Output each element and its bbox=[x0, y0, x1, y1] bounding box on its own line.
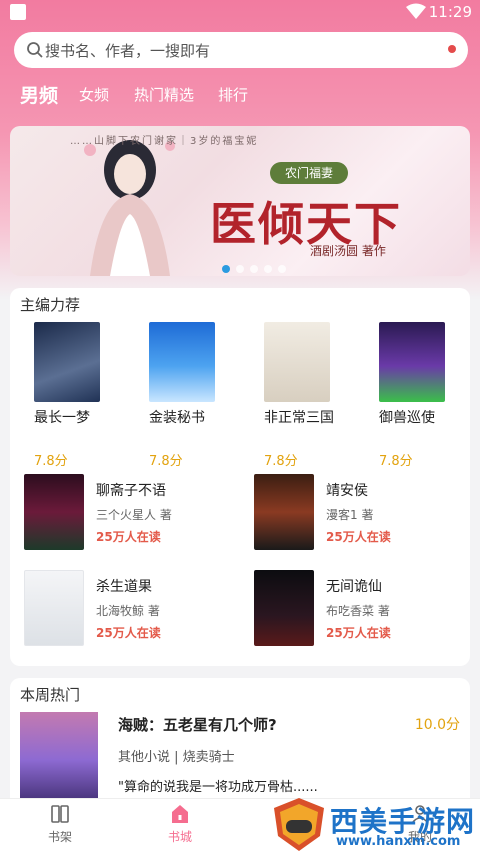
tab-female[interactable]: 女频 bbox=[79, 84, 109, 105]
notification-icon bbox=[10, 4, 26, 20]
book-readers: 25万人在读 bbox=[326, 626, 391, 640]
banner-dot[interactable] bbox=[278, 265, 286, 273]
bookshelf-icon bbox=[51, 805, 69, 823]
book-title: 靖安侯 bbox=[326, 483, 368, 499]
book-title: 聊斋子不语 bbox=[96, 483, 166, 499]
tab-male[interactable]: 男频 bbox=[20, 81, 58, 108]
nav-label: 书架 bbox=[47, 830, 72, 844]
shield-logo-icon bbox=[274, 798, 324, 851]
book-description: "算命的说我是一将功成万骨枯...... bbox=[118, 780, 318, 795]
search-indicator-dot bbox=[448, 45, 456, 53]
book-title: 最长一梦 bbox=[34, 410, 90, 426]
banner-pagination bbox=[222, 258, 292, 276]
tab-ranking[interactable]: 排行 bbox=[218, 84, 248, 105]
banner-dot[interactable] bbox=[250, 265, 258, 273]
banner-dot[interactable] bbox=[236, 265, 244, 273]
category-tabs: 男频 女频 热门精选 排行 bbox=[0, 80, 480, 110]
book-score: 7.8分 bbox=[149, 454, 183, 469]
book-author: 北海牧鲸 著 bbox=[96, 604, 160, 618]
book-title: 杀生道果 bbox=[96, 579, 152, 595]
book-author: 布吃香菜 著 bbox=[326, 604, 390, 618]
book-title: 无间诡仙 bbox=[326, 579, 382, 595]
book-title: 金装秘书 bbox=[149, 410, 205, 426]
editor-picks-section: 主编力荐 最长一梦 7.8分 金装秘书 7.8分 非正常三国 7.8分 御兽巡使… bbox=[10, 288, 470, 666]
banner-slogan: ……山脚下农门谢家｜3岁的福宝妮 bbox=[70, 136, 259, 147]
book-score: 7.8分 bbox=[379, 454, 413, 469]
nav-bookstore[interactable]: 书城 bbox=[140, 803, 220, 845]
book-list-item[interactable]: 聊斋子不语 三个火星人 著 25万人在读 bbox=[24, 474, 244, 554]
book-score: 7.8分 bbox=[264, 454, 298, 469]
banner-dot[interactable] bbox=[222, 265, 230, 273]
book-cover bbox=[254, 474, 314, 550]
book-list-item[interactable]: 无间诡仙 布吃香菜 著 25万人在读 bbox=[254, 570, 474, 650]
book-score: 7.8分 bbox=[34, 454, 68, 469]
book-list-item[interactable]: 杀生道果 北海牧鲸 著 25万人在读 bbox=[24, 570, 244, 650]
book-title[interactable]: 海贼：五老星有几个师? bbox=[118, 714, 277, 735]
book-item[interactable]: 御兽巡使 7.8分 bbox=[379, 322, 480, 472]
book-item[interactable]: 金装秘书 7.8分 bbox=[149, 322, 259, 472]
book-cover bbox=[24, 570, 84, 646]
book-cover bbox=[34, 322, 100, 402]
banner-tag: 农门福妻 bbox=[270, 162, 348, 184]
search-placeholder: 搜书名、作者，一搜即有 bbox=[45, 42, 211, 60]
book-item[interactable]: 非正常三国 7.8分 bbox=[264, 322, 374, 472]
book-cover bbox=[379, 322, 445, 402]
watermark-url: www.hanxm.com bbox=[336, 834, 461, 849]
book-readers: 25万人在读 bbox=[326, 530, 391, 544]
book-readers: 25万人在读 bbox=[96, 530, 161, 544]
book-cover bbox=[254, 570, 314, 646]
section-title: 主编力荐 bbox=[20, 296, 81, 314]
search-icon bbox=[27, 42, 43, 58]
book-list-item[interactable]: 靖安侯 漫客1 著 25万人在读 bbox=[254, 474, 474, 554]
nav-bookshelf[interactable]: 书架 bbox=[20, 803, 100, 845]
promo-banner[interactable]: ……山脚下农门谢家｜3岁的福宝妮 农门福妻 医倾天下 酒剧汤圆 著作 bbox=[10, 126, 470, 276]
status-bar: 11:29 bbox=[0, 0, 480, 26]
book-cover bbox=[264, 322, 330, 402]
banner-author: 酒剧汤圆 著作 bbox=[310, 244, 386, 258]
section-title: 本周热门 bbox=[20, 686, 81, 704]
search-bar[interactable]: 搜书名、作者，一搜即有 bbox=[14, 32, 468, 68]
book-meta: 其他小说 | 烧卖骑士 bbox=[118, 750, 235, 765]
watermark: 西美手游网 www.hanxm.com bbox=[270, 796, 480, 853]
book-readers: 25万人在读 bbox=[96, 626, 161, 640]
book-cover bbox=[24, 474, 84, 550]
book-title: 非正常三国 bbox=[264, 410, 334, 426]
book-author: 三个火星人 著 bbox=[96, 508, 172, 522]
book-cover bbox=[149, 322, 215, 402]
book-cover[interactable] bbox=[20, 712, 98, 808]
tab-featured[interactable]: 热门精选 bbox=[134, 84, 194, 105]
banner-dot[interactable] bbox=[264, 265, 272, 273]
wifi-icon bbox=[406, 3, 426, 19]
banner-illustration bbox=[84, 140, 175, 276]
book-item[interactable]: 最长一梦 7.8分 bbox=[34, 322, 144, 472]
status-time: 11:29 bbox=[428, 3, 472, 21]
book-title: 御兽巡使 bbox=[379, 410, 435, 426]
book-score: 10.0分 bbox=[414, 717, 460, 733]
book-author: 漫客1 著 bbox=[326, 508, 374, 522]
bookstore-icon bbox=[172, 805, 188, 823]
nav-label: 书城 bbox=[167, 830, 192, 844]
